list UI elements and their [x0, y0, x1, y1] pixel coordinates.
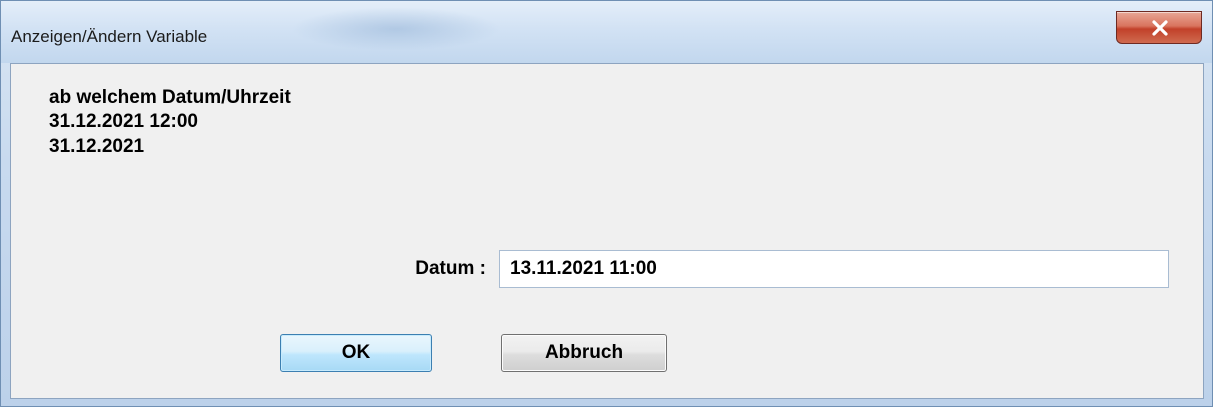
- message-line-1: ab welchem Datum/Uhrzeit: [49, 87, 291, 108]
- close-button[interactable]: [1116, 11, 1202, 44]
- dialog-window: Anzeigen/Ändern Variable ab welchem Datu…: [0, 0, 1213, 407]
- ok-button[interactable]: OK: [280, 334, 432, 372]
- close-icon: [1152, 20, 1168, 36]
- datum-input[interactable]: [499, 250, 1169, 288]
- cancel-button[interactable]: Abbruch: [501, 334, 667, 372]
- window-title: Anzeigen/Ändern Variable: [11, 27, 208, 46]
- message-line-2: 31.12.2021 12:00: [49, 111, 198, 132]
- message-line-3: 31.12.2021: [49, 136, 145, 157]
- dialog-content: ab welchem Datum/Uhrzeit 31.12.2021 12:0…: [10, 63, 1204, 399]
- title-bar-glass-reflection: [291, 7, 501, 51]
- title-bar[interactable]: Anzeigen/Ändern Variable: [1, 1, 1212, 63]
- datum-label: Datum :: [415, 258, 486, 279]
